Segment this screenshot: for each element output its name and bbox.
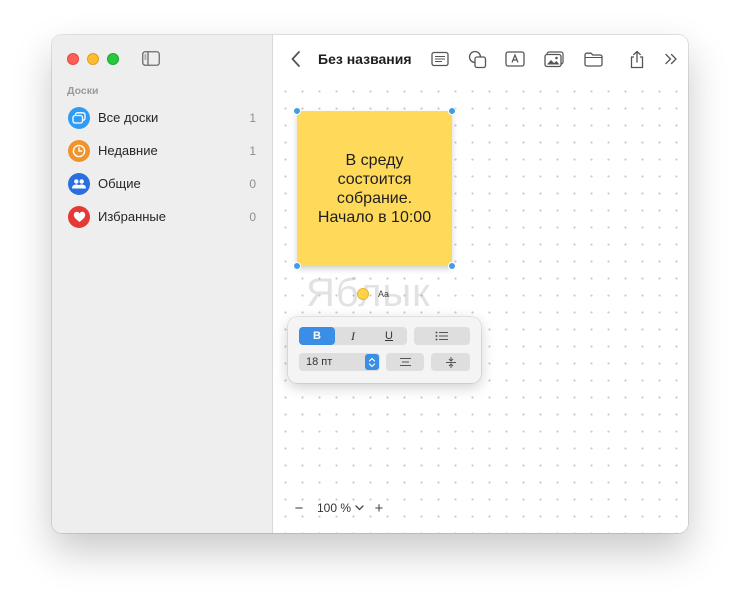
resize-handle-bottom-left[interactable] bbox=[293, 262, 301, 270]
color-picker-dot[interactable] bbox=[357, 288, 369, 300]
list-icon bbox=[435, 331, 448, 341]
close-window-button[interactable] bbox=[67, 53, 79, 65]
more-chevron-icon[interactable] bbox=[661, 49, 681, 69]
chevron-down-icon[interactable] bbox=[355, 503, 365, 513]
maximize-window-button[interactable] bbox=[107, 53, 119, 65]
toolbar: Без названия bbox=[273, 35, 688, 83]
list-button[interactable] bbox=[414, 327, 470, 345]
resize-handle-top-right[interactable] bbox=[448, 107, 456, 115]
heart-icon bbox=[68, 205, 90, 228]
folder-icon[interactable] bbox=[583, 49, 603, 69]
window-controls bbox=[67, 53, 119, 65]
sidebar-item-all-boards[interactable]: Все доски 1 bbox=[52, 101, 273, 134]
share-icon[interactable] bbox=[627, 49, 647, 69]
bold-button[interactable]: B bbox=[299, 327, 335, 345]
sticky-note-text[interactable]: В среду состоится собрание. Начало в 10:… bbox=[318, 151, 431, 227]
text-box-icon[interactable] bbox=[505, 49, 525, 69]
resize-handle-bottom-right[interactable] bbox=[448, 262, 456, 270]
shapes-icon[interactable] bbox=[467, 49, 487, 69]
section-label-boards: Доски bbox=[67, 85, 99, 97]
text-style-segmented-control: B I U bbox=[299, 327, 407, 345]
format-popover: B I U 18 пт bbox=[288, 317, 481, 383]
font-size-value: 18 пт bbox=[306, 356, 333, 368]
sidebar-item-favorites[interactable]: Избранные 0 bbox=[52, 200, 273, 233]
underline-button[interactable]: U bbox=[371, 327, 407, 345]
boards-icon bbox=[68, 106, 90, 129]
media-icon[interactable] bbox=[544, 49, 564, 69]
app-window: Доски Все доски 1 Недавние 1 Общие 0 Изб… bbox=[52, 35, 688, 533]
align-center-button[interactable] bbox=[386, 353, 424, 371]
vertical-align-button[interactable] bbox=[431, 353, 470, 371]
sidebar-item-label: Общие bbox=[98, 176, 141, 191]
zoom-level[interactable]: 100 % bbox=[317, 501, 351, 515]
sidebar-item-count: 1 bbox=[249, 110, 256, 125]
people-icon bbox=[68, 172, 90, 195]
page-title: Без названия bbox=[318, 51, 412, 67]
note-icon[interactable] bbox=[430, 49, 450, 69]
sidebar-item-count: 0 bbox=[249, 176, 256, 191]
stepper-arrows-icon[interactable] bbox=[365, 354, 379, 370]
sidebar-item-shared[interactable]: Общие 0 bbox=[52, 167, 273, 200]
board-canvas[interactable]: В среду состоится собрание. Начало в 10:… bbox=[273, 83, 688, 533]
sidebar-nav: Все доски 1 Недавние 1 Общие 0 Избранные… bbox=[52, 101, 273, 233]
sidebar: Доски Все доски 1 Недавние 1 Общие 0 Изб… bbox=[52, 35, 273, 533]
resize-handle-top-left[interactable] bbox=[293, 107, 301, 115]
sidebar-item-count: 0 bbox=[249, 209, 256, 224]
font-size-select[interactable]: 18 пт bbox=[299, 353, 380, 371]
minimize-window-button[interactable] bbox=[87, 53, 99, 65]
sidebar-item-recent[interactable]: Недавние 1 bbox=[52, 134, 273, 167]
sidebar-item-label: Недавние bbox=[98, 143, 158, 158]
main-area: Без названия В среду состоится собрание.… bbox=[273, 35, 688, 533]
sticky-note[interactable]: В среду состоится собрание. Начало в 10:… bbox=[297, 111, 452, 266]
vertical-align-icon bbox=[445, 356, 456, 368]
italic-button[interactable]: I bbox=[335, 327, 371, 345]
clock-icon bbox=[68, 139, 90, 162]
zoom-out-button[interactable]: − bbox=[291, 500, 307, 517]
align-center-icon bbox=[399, 358, 411, 366]
sidebar-item-label: Избранные bbox=[98, 209, 166, 224]
sidebar-item-label: Все доски bbox=[98, 110, 159, 125]
sidebar-item-count: 1 bbox=[249, 143, 256, 158]
sidebar-toggle-icon[interactable] bbox=[142, 51, 160, 66]
zoom-control: − 100 % + bbox=[291, 498, 387, 518]
text-style-button[interactable]: Aa bbox=[378, 289, 389, 299]
back-chevron-icon[interactable] bbox=[289, 50, 303, 68]
zoom-in-button[interactable]: + bbox=[371, 500, 387, 517]
